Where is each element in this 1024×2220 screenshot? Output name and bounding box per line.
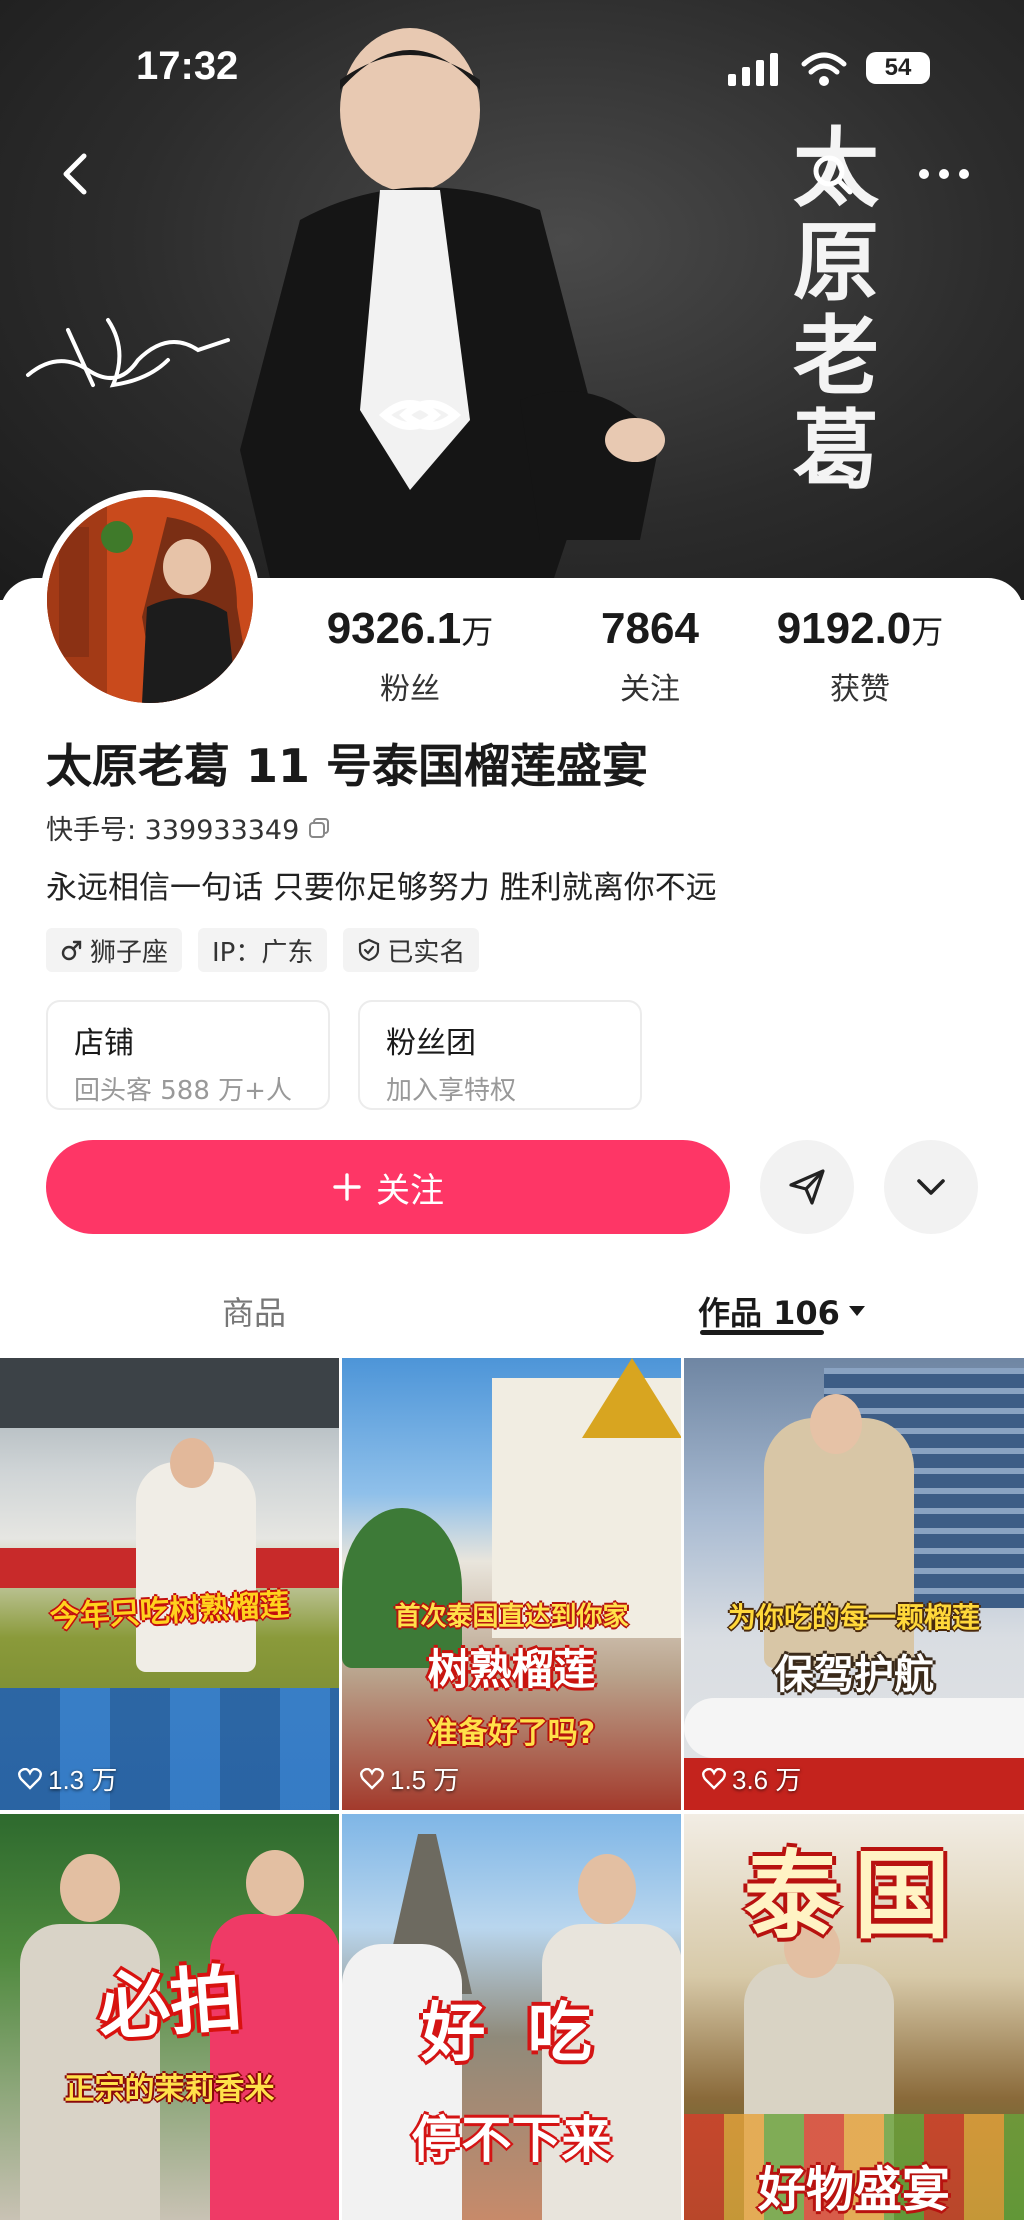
video-caption-sub: 准备好了吗? (427, 1716, 596, 1751)
video-tile[interactable]: 首次泰国直达到你家 树熟榴莲 准备好了吗? 1.5 万 (342, 1358, 681, 1810)
avatar[interactable] (40, 490, 260, 710)
video-caption-sub: 正宗的茉莉香米 (64, 2072, 275, 2107)
heart-icon (702, 1767, 726, 1790)
video-tile[interactable]: 今年只吃树熟榴莲 1.3 万 (0, 1358, 339, 1810)
stat-value: 9192.0万 (776, 604, 944, 653)
thumb-airplane (684, 1698, 1024, 1758)
send-icon (789, 1169, 825, 1205)
follow-button[interactable]: 关注 (46, 1140, 730, 1234)
thumb-person-head (810, 1394, 862, 1454)
chevron-down-icon (917, 1179, 945, 1195)
banner-title-char: 原 (793, 213, 879, 313)
signal-icon (728, 53, 778, 86)
video-caption: 为你吃的每一颗榴莲 (727, 1601, 980, 1634)
profile-tags: 狮子座 IP：广东 已实名 (46, 928, 480, 972)
video-caption: 首次泰国直达到你家 (394, 1602, 629, 1632)
profile-bio: 永远相信一句话 只要你足够努力 胜利就离你不远 (46, 870, 717, 906)
tag-label: 狮子座 (90, 937, 169, 968)
user-id-row: 快手号: 339933349 (46, 808, 331, 847)
tag-label: IP：广东 (212, 937, 314, 968)
video-caption-sub: 好物盛宴 (757, 2162, 950, 2218)
like-count: 1.5 万 (360, 1760, 459, 1797)
video-grid: 今年只吃树熟榴莲 1.3 万 首次泰国直达到你家 树熟榴莲 准备好了吗? 1.5… (0, 1358, 1024, 2220)
signature-graphic (26, 318, 230, 388)
stat-likes[interactable]: 9192.0万 获赞 (760, 604, 960, 708)
thumb-person-head (170, 1438, 214, 1488)
tab-works-label: 作品 106 (698, 1294, 840, 1332)
shop-card[interactable]: 店铺 回头客 588 万+人 (46, 1000, 330, 1110)
fan-club-card-title: 粉丝团 (386, 1026, 476, 1061)
search-button[interactable] (800, 142, 864, 206)
tag-verified: 已实名 (343, 928, 480, 972)
stat-value: 9326.1万 (326, 604, 494, 653)
banner-title-char: 葛 (793, 401, 879, 501)
video-caption-main: 树熟榴莲 (427, 1645, 596, 1694)
shield-icon (359, 938, 380, 962)
more-dots-icon (919, 169, 969, 179)
chevron-left-icon (63, 153, 87, 195)
message-button[interactable] (760, 1140, 854, 1234)
stat-followers[interactable]: 9326.1万 粉丝 (320, 604, 500, 708)
status-bar: 17:32 54 (0, 0, 1024, 130)
profile-cards: 店铺 回头客 588 万+人 粉丝团 加入享特权 (46, 1000, 642, 1110)
tab-works[interactable]: 作品 106 (698, 1288, 866, 1334)
heart-icon (360, 1767, 384, 1790)
heart-icon (18, 1767, 42, 1790)
profile-stats: 9326.1万 粉丝 7864 关注 9192.0万 获赞 (300, 604, 1000, 714)
video-caption-sub: 停不下来 (411, 2111, 612, 2169)
stat-value: 7864 (601, 604, 699, 653)
avatar-image (47, 497, 253, 703)
tag-label: 已实名 (387, 937, 466, 968)
tag-ip: IP：广东 (198, 928, 328, 972)
stat-label: 关注 (620, 672, 680, 707)
follow-button-label: 关注 (376, 1170, 444, 1211)
like-count: 1.3 万 (18, 1760, 117, 1797)
status-icons: 54 (726, 48, 936, 88)
shop-card-title: 店铺 (74, 1026, 134, 1061)
copy-icon[interactable] (307, 816, 331, 840)
stat-label: 粉丝 (380, 672, 440, 707)
user-id: 快手号: 339933349 (46, 815, 300, 846)
video-caption-main: 保驾护航 (774, 1652, 934, 1698)
shop-card-subtitle: 回头客 588 万+人 (74, 1076, 292, 1106)
thumb-person (136, 1462, 256, 1672)
male-icon (61, 940, 82, 961)
video-caption-main: 泰国 (744, 1840, 964, 1952)
fan-club-card-subtitle: 加入享特权 (386, 1076, 517, 1106)
thumb-roof (0, 1358, 339, 1428)
expand-button[interactable] (884, 1140, 978, 1234)
thumb-person-head (60, 1854, 120, 1922)
stat-label: 获赞 (830, 672, 890, 707)
search-icon (813, 155, 853, 195)
video-tile[interactable]: 必拍 正宗的茉莉香米 (0, 1814, 339, 2220)
profile-tabs: 商品 作品 106 (0, 1262, 1024, 1358)
status-time: 17:32 (136, 44, 239, 88)
thumb-person-head (578, 1854, 636, 1924)
battery-indicator: 54 (866, 52, 930, 84)
back-button[interactable] (44, 142, 108, 206)
tab-active-indicator (700, 1330, 824, 1335)
plus-icon (333, 1173, 361, 1201)
video-tile[interactable]: 为你吃的每一颗榴莲 保驾护航 3.6 万 (684, 1358, 1024, 1810)
more-button[interactable] (912, 142, 976, 206)
banner-title-char: 老 (793, 307, 879, 407)
like-count-value: 1.3 万 (48, 1765, 118, 1795)
like-count: 3.6 万 (702, 1760, 801, 1797)
like-count-value: 3.6 万 (732, 1765, 802, 1795)
profile-name: 太原老葛 11 号泰国榴莲盛宴 (46, 739, 649, 793)
tab-goods[interactable]: 商品 (222, 1288, 286, 1334)
video-tile[interactable]: 好 吃 停不下来 (342, 1814, 681, 2220)
tag-zodiac: 狮子座 (46, 928, 183, 972)
fan-club-card[interactable]: 粉丝团 加入享特权 (358, 1000, 642, 1110)
video-tile[interactable]: 泰国 好物盛宴 (684, 1814, 1024, 2220)
thumb-person-head (246, 1850, 304, 1916)
like-count-value: 1.5 万 (390, 1765, 460, 1795)
stat-following[interactable]: 7864 关注 (570, 604, 730, 708)
caret-down-icon (848, 1306, 865, 1316)
wifi-icon (801, 52, 847, 86)
video-caption-main: 好 吃 (421, 1997, 602, 2071)
